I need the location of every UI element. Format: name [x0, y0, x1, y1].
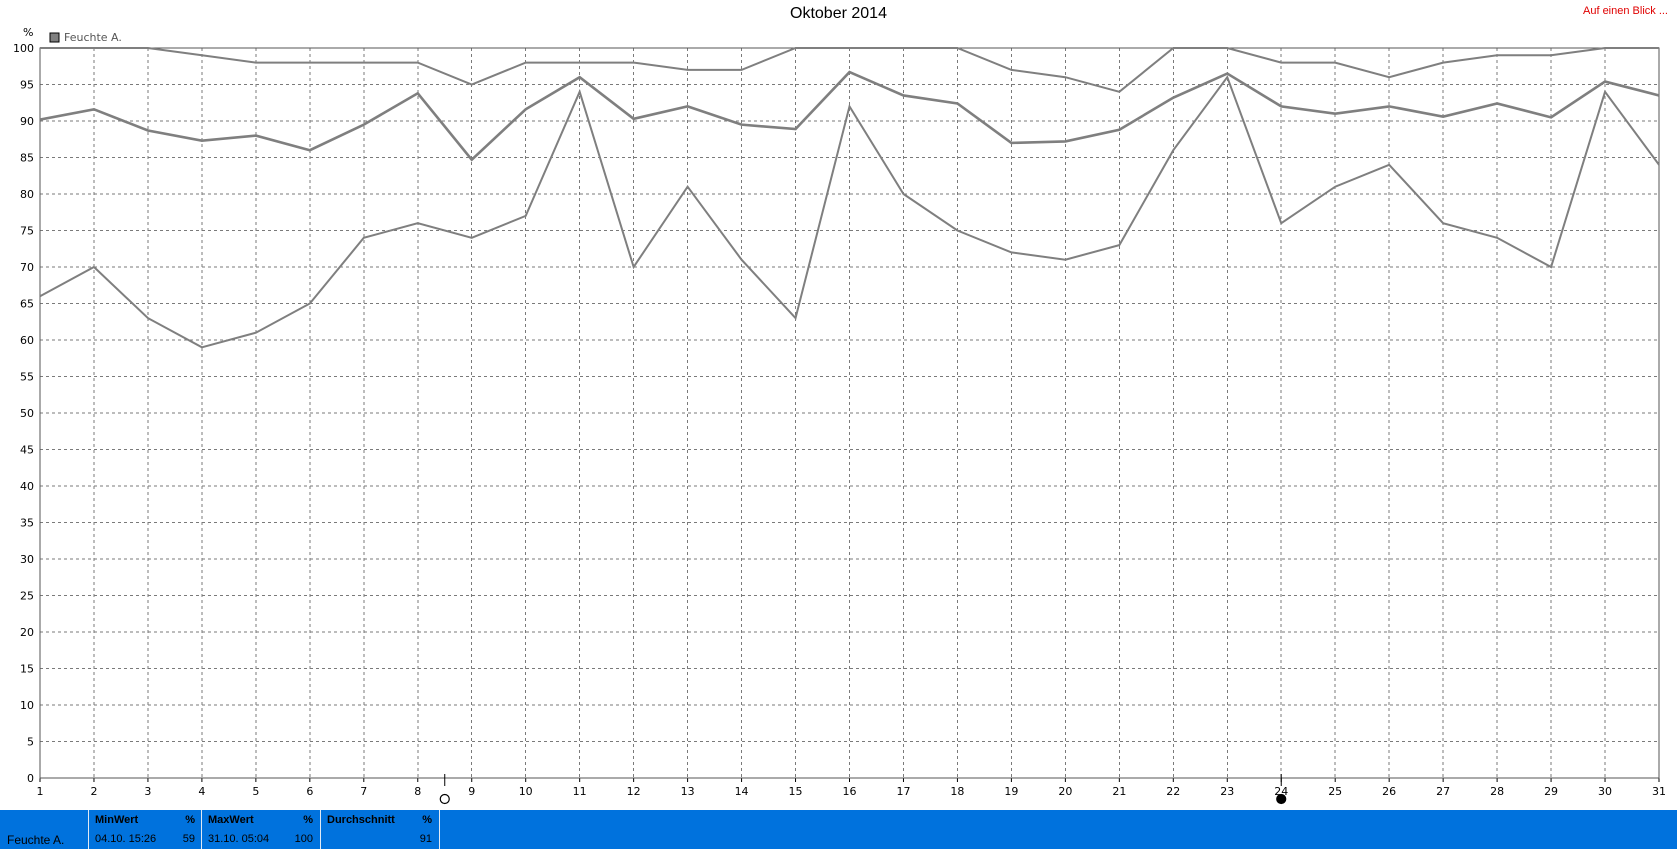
legend: Feuchte A. % — [23, 26, 122, 44]
x-tick-label: 30 — [1598, 785, 1612, 798]
x-tick-label: 10 — [519, 785, 533, 798]
x-tick-label: 5 — [252, 785, 259, 798]
x-tick-label: 23 — [1220, 785, 1234, 798]
avg-unit: % — [422, 814, 432, 826]
y-tick-label: 55 — [20, 371, 34, 384]
y-tick-label: 65 — [20, 298, 34, 311]
y-tick-label: 45 — [20, 444, 34, 457]
x-tick-label: 3 — [144, 785, 151, 798]
min-label: MinWert — [95, 814, 139, 826]
y-tick-label: 5 — [27, 736, 34, 749]
x-tick-label: 27 — [1436, 785, 1450, 798]
y-tick-label: 30 — [20, 553, 34, 566]
y-tick-label: 100 — [13, 42, 34, 55]
y-tick-label: 0 — [27, 772, 34, 785]
x-tick-label: 9 — [468, 785, 475, 798]
x-tick-label: 1 — [37, 785, 44, 798]
x-tick-label: 11 — [573, 785, 587, 798]
avg-value: 91 — [419, 833, 432, 845]
min-unit: % — [185, 814, 195, 826]
y-tick-label: 85 — [20, 152, 34, 165]
x-tick-label: 28 — [1490, 785, 1504, 798]
x-tick-label: 6 — [306, 785, 313, 798]
y-tick-label: 35 — [20, 517, 34, 530]
max-value: 100 — [294, 833, 313, 845]
grid — [40, 48, 1659, 778]
statistics-bar: Feuchte A. MinWert % 04.10. 15:26 59 Max… — [0, 810, 1677, 849]
x-tick-label: 21 — [1112, 785, 1126, 798]
max-label: MaxWert — [208, 814, 254, 826]
y-tick-label: 60 — [20, 334, 34, 347]
y-tick-label: 25 — [20, 590, 34, 603]
y-tick-label: 15 — [20, 663, 34, 676]
y-tick-label: 90 — [20, 115, 34, 128]
separator — [439, 810, 440, 849]
filled-circle-marker-handle — [1276, 793, 1287, 805]
y-tick-label: 70 — [20, 261, 34, 274]
x-tick-label: 31 — [1652, 785, 1666, 798]
x-tick-label: 4 — [198, 785, 205, 798]
average-value-cell: Durchschnitt % 91 — [321, 810, 438, 848]
x-tick-label: 22 — [1166, 785, 1180, 798]
y-tick-label: 50 — [20, 407, 34, 420]
y-tick-label: 10 — [20, 699, 34, 712]
x-tick-label: 20 — [1058, 785, 1072, 798]
avg-label: Durchschnitt — [327, 814, 395, 826]
x-tick-label: 12 — [627, 785, 641, 798]
y-axis-unit: % — [23, 26, 33, 39]
x-tick-label: 2 — [90, 785, 97, 798]
y-tick-label: 75 — [20, 225, 34, 238]
x-tick-label: 7 — [360, 785, 367, 798]
x-tick-label: 29 — [1544, 785, 1558, 798]
y-tick-label: 80 — [20, 188, 34, 201]
x-tick-label: 16 — [843, 785, 857, 798]
x-tick-label: 15 — [789, 785, 803, 798]
x-tick-label: 19 — [1004, 785, 1018, 798]
x-tick-label: 17 — [896, 785, 910, 798]
stats-series-name: Feuchte A. — [7, 833, 65, 847]
legend-label: Feuchte A. — [64, 31, 122, 44]
max-date: 31.10. 05:04 — [208, 833, 270, 845]
x-tick-label: 26 — [1382, 785, 1396, 798]
axes: 0510152025303540455055606570758085909510… — [13, 42, 1666, 798]
max-unit: % — [303, 814, 313, 826]
legend-swatch — [49, 32, 60, 43]
x-tick-label: 14 — [735, 785, 749, 798]
min-value-cell: MinWert % 04.10. 15:26 59 — [89, 810, 201, 848]
x-tick-label: 25 — [1328, 785, 1342, 798]
y-tick-label: 20 — [20, 626, 34, 639]
min-date: 04.10. 15:26 — [95, 833, 157, 845]
max-value-cell: MaxWert % 31.10. 05:04 100 — [202, 810, 319, 848]
min-value: 59 — [182, 833, 195, 845]
x-tick-label: 13 — [681, 785, 695, 798]
y-tick-label: 95 — [20, 79, 34, 92]
humidity-chart: 0510152025303540455055606570758085909510… — [13, 26, 1666, 805]
x-tick-label: 18 — [950, 785, 964, 798]
y-tick-label: 40 — [20, 480, 34, 493]
x-tick-label: 8 — [414, 785, 421, 798]
open-circle-marker-handle — [439, 793, 450, 805]
